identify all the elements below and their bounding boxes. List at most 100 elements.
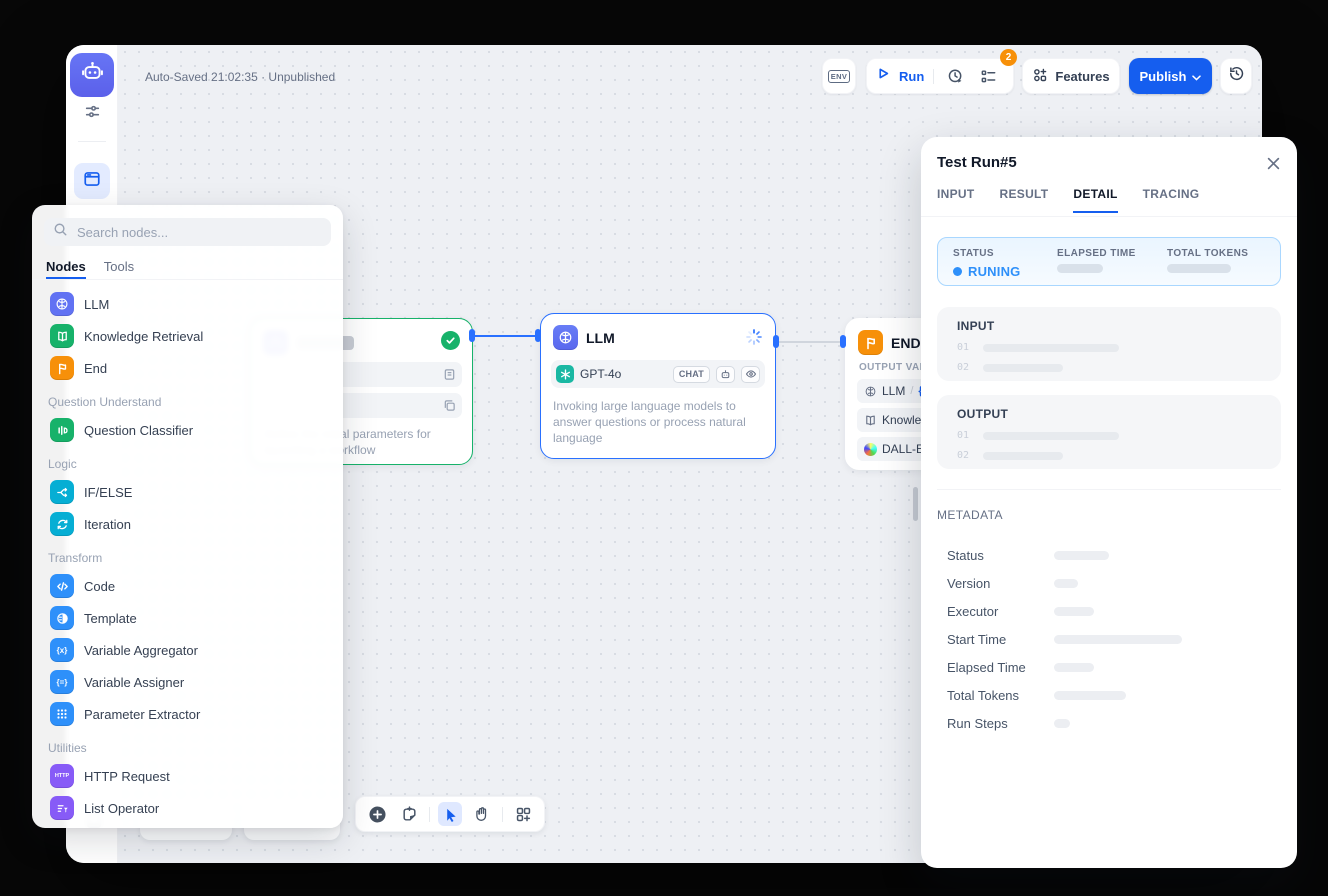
model-selector[interactable]: GPT-4o CHAT	[551, 360, 765, 388]
sliders-icon[interactable]	[84, 103, 101, 120]
line-number: 01	[957, 342, 971, 353]
sidebar-item-workflow[interactable]	[74, 163, 110, 199]
llm-node-header: LLM	[541, 314, 775, 358]
variable-name: LLM	[882, 384, 905, 398]
llm-icon	[553, 325, 578, 350]
status-value: RUNING	[968, 264, 1020, 279]
node-item-label: Template	[84, 611, 137, 626]
skeleton-bar	[1054, 635, 1182, 644]
node-item-knowledge-retrieval[interactable]: Knowledge Retrieval	[44, 320, 331, 352]
loading-spinner-icon	[745, 328, 763, 351]
tab-tracing[interactable]: TRACING	[1143, 187, 1200, 213]
end-input-handle[interactable]	[840, 335, 846, 348]
node-item-label: Question Classifier	[84, 423, 193, 438]
scrollbar-thumb[interactable]	[913, 487, 918, 521]
env-button[interactable]: ENV	[822, 58, 856, 94]
canvas-toolbar	[355, 796, 545, 832]
notification-badge: 2	[1000, 49, 1017, 66]
search-input[interactable]	[75, 224, 322, 241]
node-item-question-classifier[interactable]: Question Classifier	[44, 414, 331, 446]
gpt-model-icon	[556, 365, 574, 383]
run-group: Run	[866, 58, 1014, 94]
metadata-rows: Status Version Executor Start Time Elaps…	[947, 541, 1281, 737]
node-item-label: Knowledge Retrieval	[84, 329, 203, 344]
status-label: STATUS	[953, 248, 1020, 259]
close-icon[interactable]	[1263, 153, 1283, 173]
running-dot-icon	[953, 267, 962, 276]
node-item-parameter-extractor[interactable]: Parameter Extractor	[44, 698, 331, 730]
history-icon	[1228, 65, 1245, 87]
features-label: Features	[1055, 69, 1109, 84]
window-icon	[83, 170, 101, 193]
node-item-label: LLM	[84, 297, 109, 312]
skeleton-bar	[983, 364, 1063, 372]
loop-icon	[50, 512, 74, 536]
node-item-http-request[interactable]: HTTP HTTP Request	[44, 760, 331, 792]
node-item-variable-aggregator[interactable]: {x} Variable Aggregator	[44, 634, 331, 666]
autosave-status: Auto-Saved 21:02:35 · Unpublished	[145, 70, 335, 84]
tab-detail[interactable]: DETAIL	[1073, 187, 1117, 213]
node-item-variable-assigner[interactable]: {=} Variable Assigner	[44, 666, 331, 698]
llm-output-handle[interactable]	[773, 335, 779, 348]
node-item-iteration[interactable]: Iteration	[44, 508, 331, 540]
node-item-label: Iteration	[84, 517, 131, 532]
node-item-label: Code	[84, 579, 115, 594]
edge-llm-end[interactable]	[778, 341, 844, 343]
organize-nodes-button[interactable]	[511, 802, 535, 826]
node-item-llm[interactable]: LLM	[44, 288, 331, 320]
flag-icon	[50, 356, 74, 380]
llm-node-description: Invoking large language models to answer…	[553, 398, 767, 446]
app-logo[interactable]	[70, 53, 114, 97]
checklist-icon[interactable]	[976, 64, 1000, 88]
tab-input[interactable]: INPUT	[937, 187, 975, 213]
skeleton-bar	[1054, 719, 1070, 728]
metadata-title: METADATA	[937, 508, 1003, 522]
elapsed-column: ELAPSED TIME	[1057, 248, 1136, 273]
section-transform: Transform	[48, 549, 327, 567]
node-item-label: IF/ELSE	[84, 485, 132, 500]
play-icon	[877, 67, 890, 85]
input-card: INPUT 01 02	[937, 307, 1281, 381]
robot-icon	[79, 59, 106, 91]
tab-tools[interactable]: Tools	[104, 255, 134, 279]
meta-label: Run Steps	[947, 716, 1054, 731]
search-box[interactable]	[44, 218, 331, 246]
skeleton-bar	[1054, 607, 1094, 616]
publish-label: Publish	[1140, 69, 1187, 84]
publish-button[interactable]: Publish	[1129, 58, 1212, 94]
start-output-handle[interactable]	[469, 329, 475, 342]
tab-result[interactable]: RESULT	[1000, 187, 1049, 213]
features-button[interactable]: Features	[1022, 58, 1120, 94]
tab-nodes[interactable]: Nodes	[46, 255, 86, 279]
node-item-list-operator[interactable]: List Operator	[44, 792, 331, 824]
skeleton-bar	[983, 452, 1063, 460]
node-item-if-else[interactable]: IF/ELSE	[44, 476, 331, 508]
end-node-title: END	[891, 335, 921, 351]
llm-node[interactable]: LLM GPT-4o	[540, 313, 776, 459]
hand-tool-button[interactable]	[470, 802, 494, 826]
env-icon: ENV	[828, 70, 851, 83]
node-item-label: List Operator	[84, 801, 159, 816]
separator: /	[910, 385, 913, 397]
node-item-end[interactable]: End	[44, 352, 331, 384]
add-note-button[interactable]	[397, 802, 421, 826]
version-history-button[interactable]	[1220, 58, 1252, 94]
node-item-template[interactable]: Template	[44, 602, 331, 634]
add-node-button[interactable]	[365, 802, 389, 826]
llm-icon	[50, 292, 74, 316]
pointer-tool-button[interactable]	[438, 802, 462, 826]
sidebar-divider	[78, 141, 106, 142]
run-button[interactable]: Run	[899, 69, 924, 84]
edge-start-llm[interactable]	[475, 335, 538, 337]
node-item-label: Variable Assigner	[84, 675, 184, 690]
divider	[933, 69, 934, 84]
node-item-label: End	[84, 361, 107, 376]
status-column: STATUS RUNING	[953, 248, 1020, 279]
run-history-icon[interactable]	[943, 64, 967, 88]
line-number: 02	[957, 450, 971, 461]
llm-input-handle[interactable]	[535, 329, 541, 342]
node-item-code[interactable]: Code	[44, 570, 331, 602]
line-number: 01	[957, 430, 971, 441]
tabs-divider	[921, 216, 1297, 217]
elapsed-label: ELAPSED TIME	[1057, 248, 1136, 259]
